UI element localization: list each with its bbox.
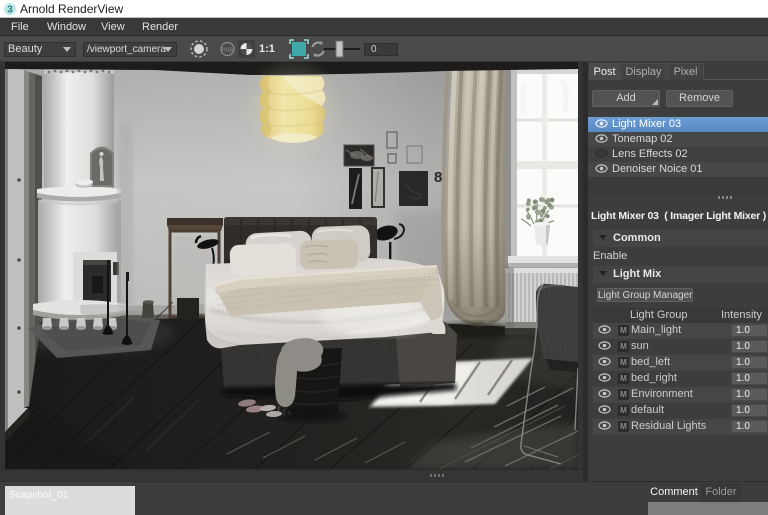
svg-text:RGB: RGB (222, 48, 234, 54)
svg-text:8: 8 (434, 169, 442, 186)
svg-text:3: 3 (7, 5, 13, 16)
